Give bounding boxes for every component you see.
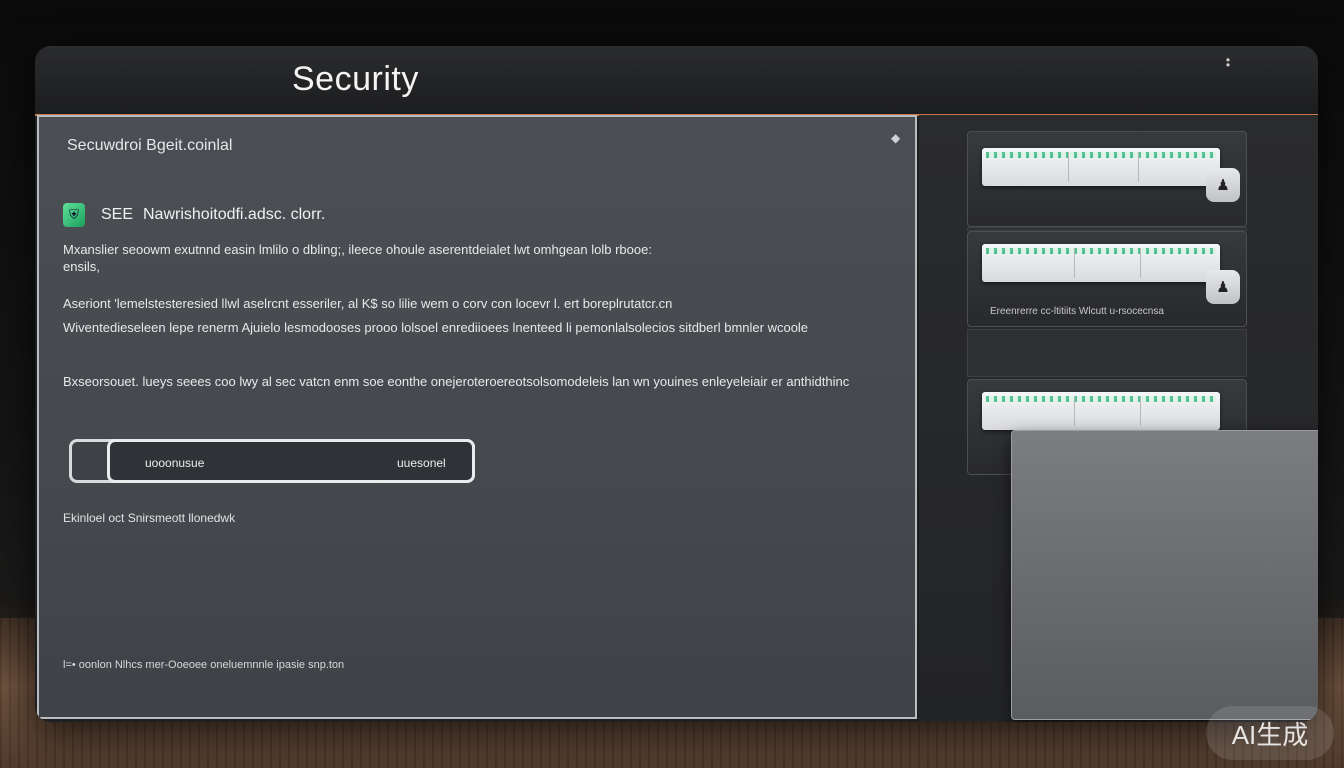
- ai-generated-watermark: AI生成: [1206, 706, 1334, 760]
- drawer-1-card: [982, 148, 1220, 186]
- window-title: Security: [292, 60, 419, 98]
- toggle-left-label: uooonusue: [145, 456, 205, 470]
- description-paragraph-2-cont: Wiventedieseleen lepe renerm Ajuielo les…: [63, 320, 809, 335]
- description-paragraph-1: Mxanslier seoowm exutnnd easin lmlilo o …: [63, 242, 652, 257]
- title-bar: Security • •: [35, 46, 1318, 116]
- description-paragraph-3: Bxseorsouet. lueys seees coo lwy al sec …: [63, 374, 850, 389]
- toggle-right-label: uuesonel: [397, 456, 446, 470]
- drawer-2-label: Ereenrerre cc-ltitiits Wlcutt u-rsocecns…: [990, 306, 1164, 317]
- footnote-link[interactable]: Ekinloel oct Snirsmeott llonedwk: [63, 511, 235, 525]
- cabinet-panel: ♟ ♟ Ereenrerre cc-ltitiits Wlcutt u-rsoc…: [919, 115, 1318, 722]
- feature-tag: SEE: [101, 206, 134, 223]
- pin-icon[interactable]: ◆: [891, 131, 901, 145]
- drawer-2[interactable]: ♟ Ereenrerre cc-ltitiits Wlcutt u-rsocec…: [967, 231, 1247, 327]
- drawer-1[interactable]: ♟: [967, 131, 1247, 227]
- lock-icon[interactable]: ♟: [1206, 270, 1240, 304]
- bottom-status-note: l=• oonlon Nlhcs mer-Ooeoee oneluemnnle …: [63, 659, 345, 671]
- more-options-icon[interactable]: • •: [1225, 54, 1231, 71]
- description-paragraph-1-cont: ensils,: [63, 259, 100, 274]
- feature-name: Nawrishoitodfi.adsc. clorr.: [143, 206, 326, 223]
- drawer-3-card: [982, 392, 1220, 430]
- drawer-divider: [967, 329, 1247, 377]
- description-paragraph-2: Aseriont 'lemelstesteresied llwl aselrcn…: [63, 296, 673, 311]
- lock-icon[interactable]: ♟: [1206, 168, 1240, 202]
- panel-heading: Secuwdroi Bgeit.coinlal: [67, 137, 233, 154]
- main-panel: Secuwdroi Bgeit.coinlal ◆ ⛨ SEE Nawrisho…: [37, 115, 917, 719]
- drawer-2-card: [982, 244, 1220, 282]
- security-window: Security • • Secuwdroi Bgeit.coinlal ◆ ⛨ …: [35, 46, 1318, 722]
- feature-row[interactable]: ⛨ SEE Nawrishoitodfi.adsc. clorr.: [63, 203, 483, 229]
- shield-app-icon: ⛨: [63, 203, 85, 227]
- open-drawer[interactable]: [1011, 430, 1318, 720]
